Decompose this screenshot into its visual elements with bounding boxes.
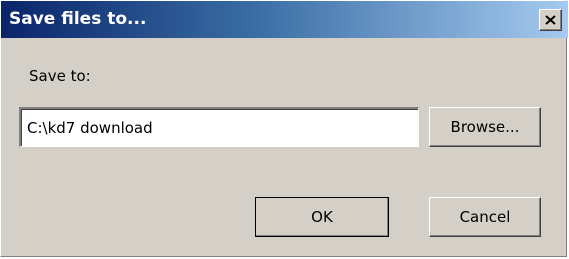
dialog-title: Save files to... [9, 9, 147, 29]
save-to-label: Save to: [29, 67, 91, 85]
close-icon [545, 15, 556, 25]
browse-button[interactable]: Browse... [429, 107, 541, 147]
save-dialog: Save files to... Save to: Browse... OK C… [0, 0, 568, 257]
save-path-input[interactable] [19, 107, 419, 147]
close-button[interactable] [539, 9, 562, 31]
ok-button[interactable]: OK [255, 197, 389, 237]
title-bar[interactable]: Save files to... [1, 1, 568, 38]
cancel-button[interactable]: Cancel [429, 197, 541, 237]
